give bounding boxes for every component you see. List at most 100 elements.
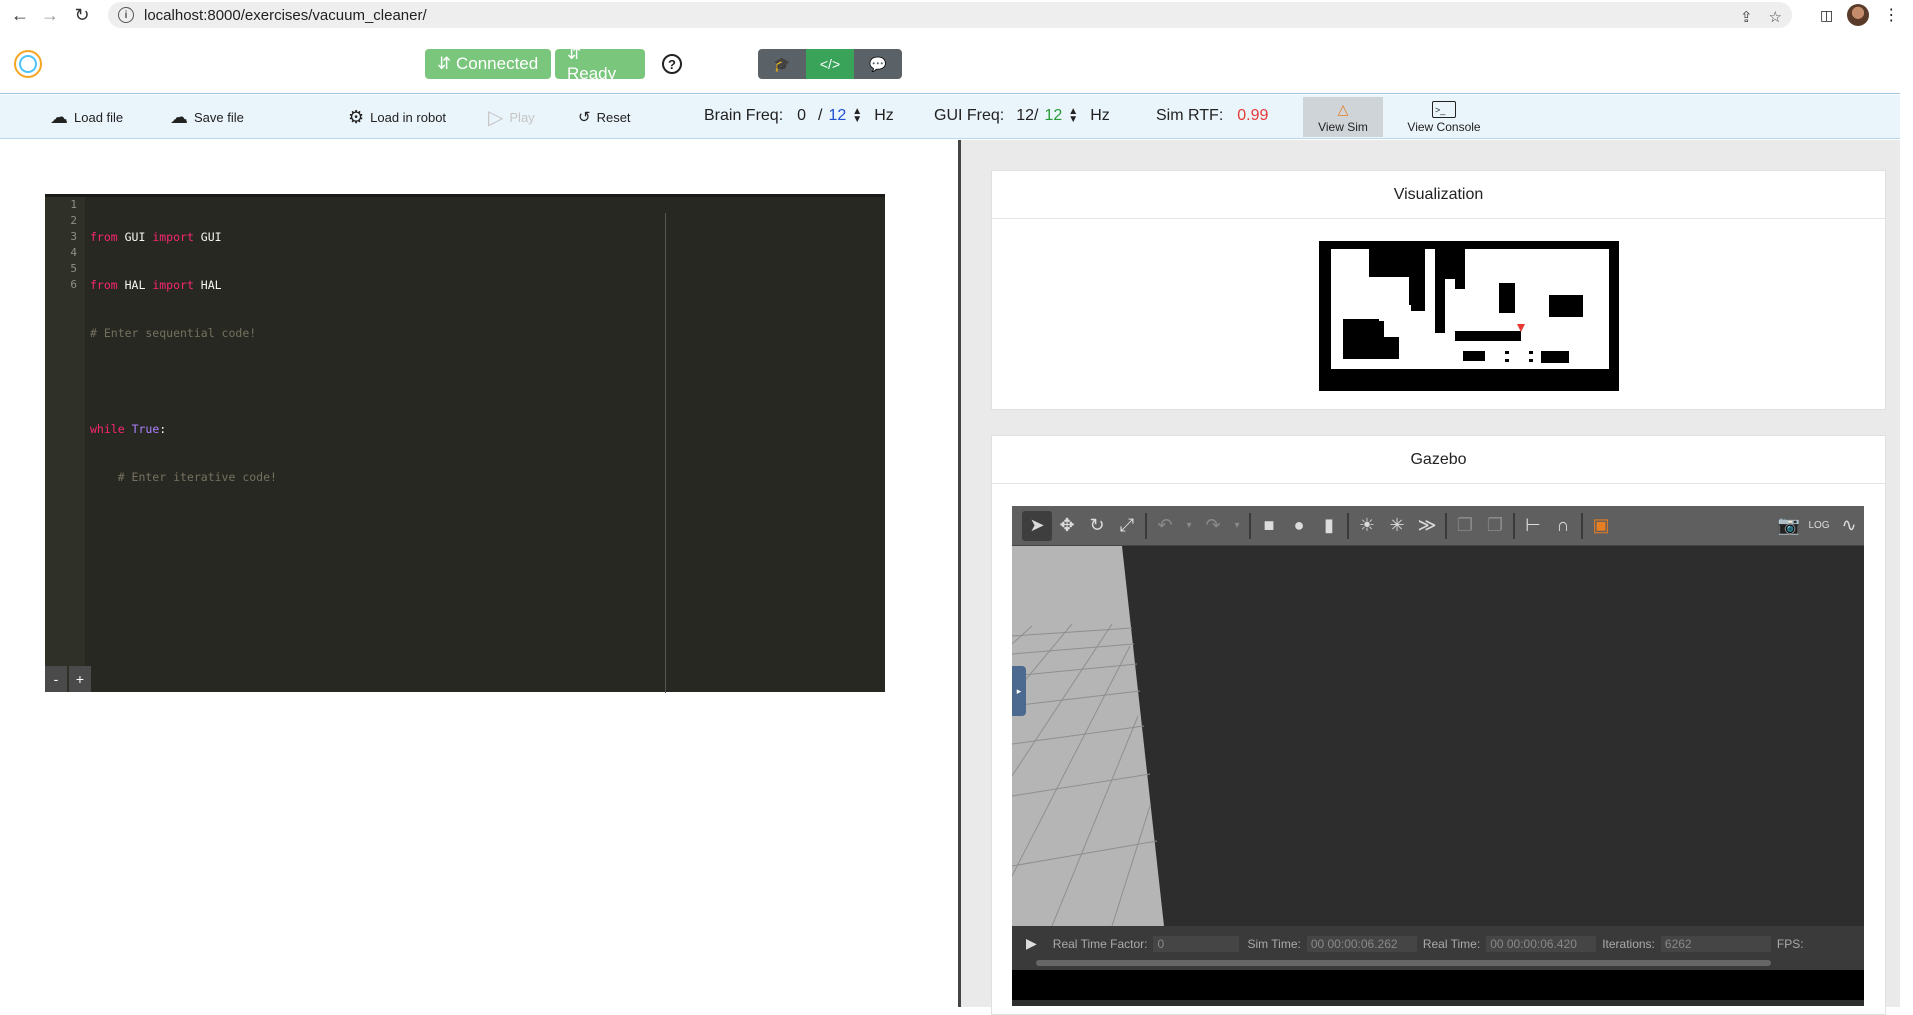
zoom-in-button[interactable]: +	[69, 666, 91, 692]
real-time-label: Real Time:	[1422, 936, 1481, 951]
print-margin	[665, 213, 666, 693]
cylinder-shape-icon[interactable]: ▮	[1314, 511, 1344, 541]
reset-button[interactable]: ↺ Reset	[578, 101, 631, 133]
toolbar-separator	[1581, 512, 1583, 539]
code-mode-icon[interactable]: </>	[806, 49, 854, 79]
copy-icon[interactable]: ❐	[1450, 511, 1480, 541]
menu-kebab-icon[interactable]: ⋮	[1883, 5, 1899, 25]
keyword: from	[90, 278, 118, 292]
select-arrow-icon[interactable]: ➤	[1022, 510, 1052, 541]
identifier: GUI	[117, 230, 153, 244]
sim-time-label: Sim Time:	[1247, 936, 1301, 951]
share-icon[interactable]: ⇪	[1740, 8, 1753, 26]
save-file-button[interactable]: ☁ Save file	[170, 101, 244, 133]
line-number: 6	[70, 278, 77, 291]
theory-mode-icon[interactable]: 🎓	[758, 49, 806, 79]
play-pause-icon[interactable]: ▶	[1026, 935, 1037, 952]
keyword: import	[152, 230, 194, 244]
box-shape-icon[interactable]: ■	[1254, 511, 1284, 541]
back-arrow-icon[interactable]: ←	[6, 1, 34, 29]
brain-freq-stepper-icon[interactable]: ▲ ▼	[852, 107, 862, 125]
browser-bar: ← → ↻ i localhost:8000/exercises/vacuum_…	[0, 0, 1913, 30]
punctuation: :	[159, 422, 167, 436]
view-sim-label: View Sim	[1318, 120, 1368, 134]
toolbar-separator	[1513, 512, 1515, 539]
editor-zoom: - +	[45, 666, 91, 692]
constant: True	[131, 422, 160, 436]
gazebo-3d-view[interactable]: ▸	[1012, 546, 1864, 926]
plot-icon[interactable]: ∿	[1834, 511, 1864, 541]
redo-icon[interactable]: ↷	[1198, 511, 1228, 541]
forum-mode-icon[interactable]: 💬	[854, 49, 902, 79]
iterations-value: 6262	[1660, 935, 1771, 952]
undo-dropdown-icon[interactable]: ▾	[1180, 511, 1198, 541]
editor-gutter: 1 2 3 4 5 6	[45, 197, 85, 692]
address-bar-actions: ⇪ ☆	[1740, 2, 1782, 32]
sim-rtf-value: 0.99	[1237, 107, 1269, 124]
gazebo-card: Gazebo ➤ ✥ ↻ ⤢ ↶ ▾ ↷ ▾ ■ ● ▮ ☀ ✳ ≫ ❐ ❐ ⊢…	[991, 435, 1886, 1015]
panel-toggle-handle[interactable]: ▸	[1012, 666, 1026, 716]
code-editor[interactable]: 1 2 3 4 5 6 from GUI import GUI from HAL…	[45, 194, 885, 693]
sphere-shape-icon[interactable]: ●	[1284, 511, 1314, 541]
redo-dropdown-icon[interactable]: ▾	[1228, 511, 1246, 541]
code-line: from GUI import GUI	[90, 229, 885, 245]
snap-magnet-icon[interactable]: ∩	[1548, 511, 1578, 541]
gazebo-title: Gazebo	[992, 436, 1885, 484]
fps-label: FPS:	[1776, 936, 1804, 951]
view-angle-icon[interactable]: ▣	[1586, 511, 1616, 541]
app-logo[interactable]	[14, 50, 42, 78]
paste-icon[interactable]: ❐	[1480, 511, 1510, 541]
real-time-value: 00 00:00:06.420	[1486, 935, 1597, 952]
zoom-out-button[interactable]: -	[45, 666, 67, 692]
code-line: while True:	[90, 421, 885, 437]
house-map	[1319, 241, 1619, 391]
rotate-icon[interactable]: ↻	[1082, 511, 1112, 541]
gui-freq-target[interactable]: 12	[1044, 107, 1062, 125]
load-in-robot-label: Load in robot	[370, 109, 447, 125]
real-time-factor-value: 0	[1153, 935, 1240, 952]
log-icon[interactable]: LOG	[1804, 511, 1834, 541]
bookmark-star-icon[interactable]: ☆	[1769, 8, 1782, 26]
mode-switcher: 🎓 </> 💬	[758, 49, 902, 79]
view-console-button[interactable]: >_ View Console	[1402, 97, 1486, 137]
connected-button[interactable]: ⇵ Connected	[425, 49, 551, 79]
reset-label: Reset	[596, 109, 631, 125]
translate-icon[interactable]: ✥	[1052, 511, 1082, 541]
load-in-robot-button[interactable]: ⚙ Load in robot	[348, 101, 446, 133]
identifier	[125, 422, 132, 436]
brain-freq-target[interactable]: 12	[829, 107, 847, 125]
forward-arrow-icon[interactable]: →	[36, 1, 64, 29]
reload-icon[interactable]: ↻	[68, 1, 96, 29]
gazebo-viewer[interactable]: ➤ ✥ ↻ ⤢ ↶ ▾ ↷ ▾ ■ ● ▮ ☀ ✳ ≫ ❐ ❐ ⊢ ∩ ▣ 📷 …	[1012, 506, 1864, 1006]
load-file-button[interactable]: ☁ Load file	[50, 101, 123, 133]
ready-button[interactable]: ⇵ Ready	[555, 44, 645, 83]
align-icon[interactable]: ⊢	[1518, 511, 1548, 541]
gui-freq-stepper-icon[interactable]: ▲ ▼	[1068, 107, 1078, 125]
console-icon: >_	[1432, 101, 1456, 118]
scale-icon[interactable]: ⤢	[1112, 511, 1142, 541]
help-icon[interactable]: ?	[662, 54, 682, 74]
toolbar-separator	[1249, 512, 1251, 539]
exercise-toolbar: ☁ Load file ☁ Save file ⚙ Load in robot …	[0, 95, 1900, 139]
directional-light-icon[interactable]: ≫	[1412, 511, 1442, 541]
save-file-label: Save file	[194, 109, 244, 125]
horizontal-scrollbar[interactable]	[1036, 960, 1771, 966]
site-info-icon[interactable]: i	[118, 7, 134, 23]
sidebar-toggle-icon[interactable]: ◫	[1820, 7, 1833, 24]
view-sim-button[interactable]: △ View Sim	[1303, 97, 1383, 137]
gazebo-bottom-bar	[1012, 970, 1864, 1000]
undo-icon[interactable]: ↶	[1150, 511, 1180, 541]
spot-light-icon[interactable]: ✳	[1382, 511, 1412, 541]
screenshot-camera-icon[interactable]: 📷	[1774, 511, 1804, 541]
code-content[interactable]: from GUI import GUI from HAL import HAL …	[90, 197, 885, 517]
address-bar[interactable]: i localhost:8000/exercises/vacuum_cleane…	[108, 2, 1792, 28]
gui-freq-value: 12/	[1016, 107, 1039, 124]
play-button[interactable]: ▷ Play	[488, 101, 535, 133]
cloud-upload-icon: ☁	[50, 106, 68, 127]
toolbar-separator	[1145, 512, 1147, 539]
point-light-icon[interactable]: ☀	[1352, 511, 1382, 541]
brain-freq-separator: /	[818, 107, 823, 124]
profile-avatar[interactable]	[1847, 4, 1870, 26]
play-icon: ▷	[488, 106, 504, 129]
